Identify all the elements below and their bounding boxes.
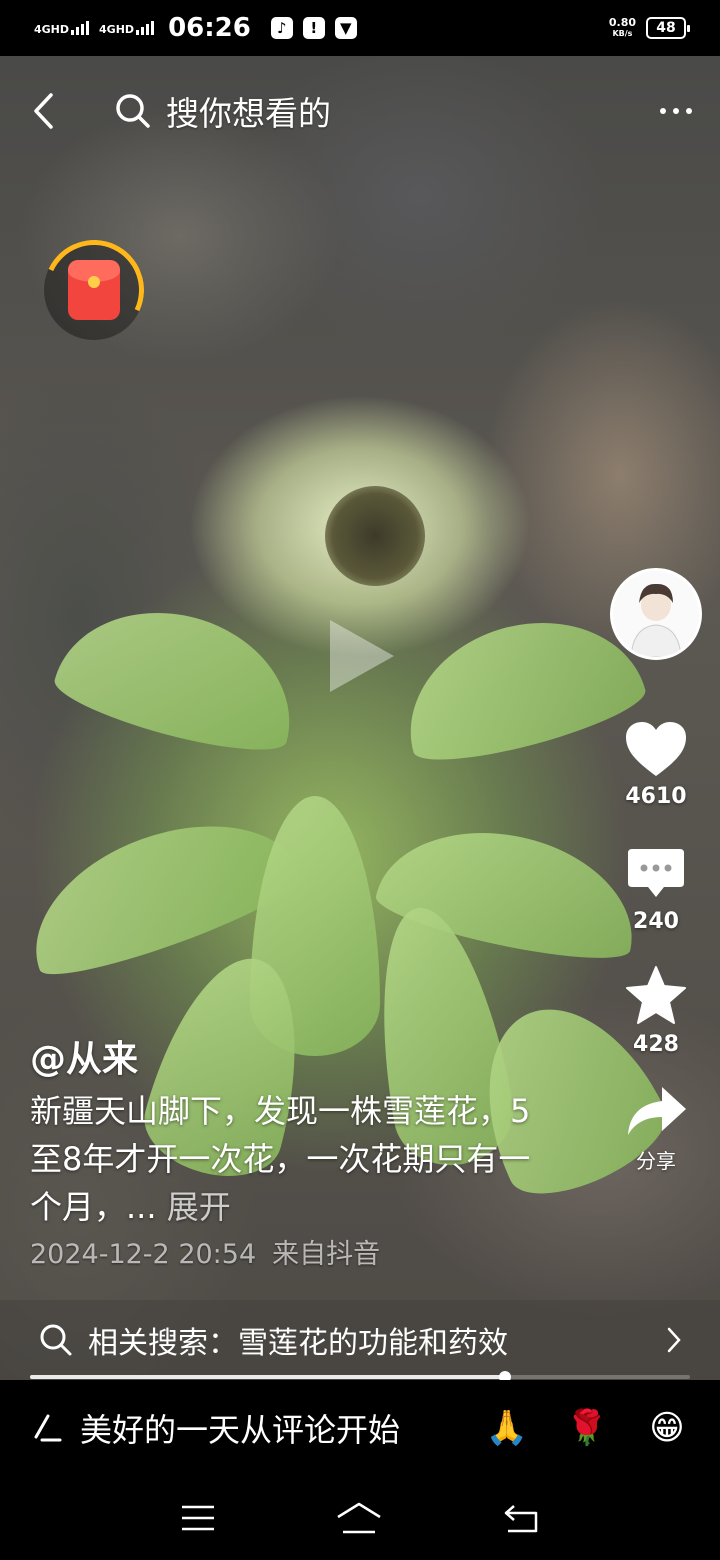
related-search-bar[interactable]: 相关搜索：雪莲花的功能和药效 [0, 1300, 720, 1380]
favorite-action[interactable]: 428 [624, 964, 688, 1057]
share-label: 分享 [636, 1149, 676, 1173]
share-action[interactable]: 分享 [624, 1083, 688, 1174]
search-icon [40, 1324, 72, 1356]
more-icon[interactable] [660, 108, 692, 114]
clock: 06:26 [168, 13, 251, 43]
chevron-right-icon [667, 1327, 681, 1353]
heart-icon [626, 722, 686, 776]
red-packet-icon [68, 260, 120, 320]
search-bar[interactable]: 搜你想看的 [114, 75, 371, 147]
flower-center [325, 486, 425, 586]
expand-link[interactable]: 展开 [167, 1188, 231, 1226]
share-icon [628, 1087, 686, 1135]
related-search-text: 相关搜索：雪莲花的功能和药效 [88, 1326, 508, 1361]
search-icon [116, 94, 150, 128]
tiktok-icon: ♪ [270, 17, 293, 39]
star-icon [626, 966, 686, 1024]
network-speed: 0.80 KB/s [608, 16, 636, 38]
comment-placeholder: 美好的一天从评论开始 [80, 1411, 401, 1449]
comment-action[interactable]: 240 [626, 847, 686, 934]
avatar[interactable] [610, 568, 702, 660]
comment-input-bar[interactable]: 美好的一天从评论开始 🙏 🌹 😁 [0, 1380, 720, 1476]
system-nav-bar [0, 1476, 720, 1560]
comment-icon [628, 849, 684, 897]
video-description[interactable]: 新疆天山脚下，发现一株雪莲花，5至8年才开一次花，一次花期只有一个月，... 展… [30, 1087, 550, 1231]
rose-emoji-icon[interactable]: 🌹 [566, 1407, 608, 1449]
favorite-count: 428 [633, 1032, 679, 1057]
battery-indicator: 48 [646, 17, 690, 39]
search-placeholder: 搜你想看的 [166, 94, 331, 133]
red-packet-button[interactable] [29, 225, 159, 355]
video-progress-bar[interactable] [30, 1371, 690, 1383]
comment-count: 240 [633, 909, 679, 934]
back-icon[interactable] [28, 89, 58, 133]
signal-indicator-2: 4GHD [99, 21, 155, 35]
play-icon[interactable] [330, 620, 394, 692]
like-action[interactable]: 4610 [624, 720, 688, 809]
post-date: 2024-12-2 20:54 来自抖音 [30, 1239, 381, 1270]
top-bar: 搜你想看的 [0, 56, 720, 166]
pray-emoji-icon[interactable]: 🙏 [486, 1407, 528, 1449]
source-label: 来自抖音 [272, 1239, 381, 1270]
menu-icon[interactable] [180, 1503, 216, 1533]
pen-icon [34, 1414, 62, 1442]
download-icon: ▼ [334, 17, 357, 39]
notification-icon: ! [302, 17, 325, 39]
action-sidebar: 4610 240 428 分享 [610, 568, 702, 1174]
like-count: 4610 [625, 784, 687, 809]
home-icon[interactable] [335, 1501, 383, 1535]
grin-emoji-icon[interactable]: 😁 [646, 1407, 688, 1449]
author-name[interactable]: @从来 [30, 1030, 138, 1082]
signal-indicator-1: 4GHD [34, 21, 90, 35]
back-nav-icon[interactable] [502, 1502, 540, 1534]
progress-fill [30, 1375, 506, 1379]
status-bar: 4GHD 4GHD 06:26 ♪ ! ▼ 0.80 KB/s 48 [0, 0, 720, 56]
